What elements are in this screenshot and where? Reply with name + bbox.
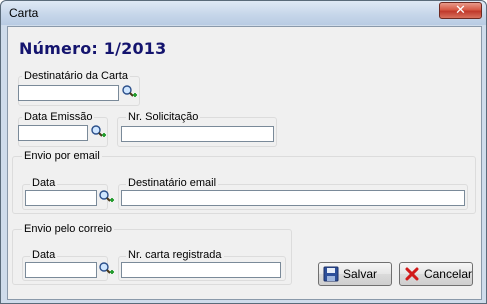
title-bar[interactable]: Carta ✕ [1,1,486,25]
dialog-body: Número: 1/2013 Destinatário da Carta Dat… [7,26,482,300]
red-x-icon [405,267,419,281]
floppy-disk-icon [323,266,339,282]
envio-email-label: Envio por email [22,150,102,162]
data-emissao-input[interactable] [18,125,88,141]
envio-correio-data-input[interactable] [25,262,97,278]
destinatario-carta-input[interactable] [18,85,119,101]
envio-email-data-label: Data [30,177,58,189]
nr-solicitacao-input[interactable] [121,126,274,142]
destinatario-email-label: Destinatário email [126,177,219,189]
envio-email-data-input[interactable] [25,190,97,206]
cancel-button[interactable]: Cancelar [399,262,473,286]
envio-correio-label: Envio pelo correio [22,223,115,235]
search-icon[interactable] [98,261,114,277]
cancel-button-label: Cancelar [423,267,472,281]
envio-correio-data-label: Data [30,249,58,261]
nr-carta-registrada-label: Nr. carta registrada [126,249,224,261]
close-icon: ✕ [455,3,466,18]
save-button[interactable]: Salvar [318,262,392,286]
search-icon[interactable] [98,189,114,205]
destinatario-carta-label: Destinatário da Carta [22,70,130,82]
search-icon[interactable] [121,84,137,100]
nr-solicitacao-label: Nr. Solicitação [126,111,201,123]
page-title: Número: 1/2013 [19,39,167,58]
close-button[interactable]: ✕ [439,2,482,19]
search-icon[interactable] [90,124,106,140]
destinatario-email-input[interactable] [121,190,465,206]
data-emissao-label: Data Emissão [22,111,95,123]
window-title: Carta [9,6,39,20]
dialog-window: Carta ✕ Número: 1/2013 Destinatário da C… [0,0,487,304]
save-button-label: Salvar [343,267,378,281]
nr-carta-registrada-input[interactable] [121,262,281,278]
